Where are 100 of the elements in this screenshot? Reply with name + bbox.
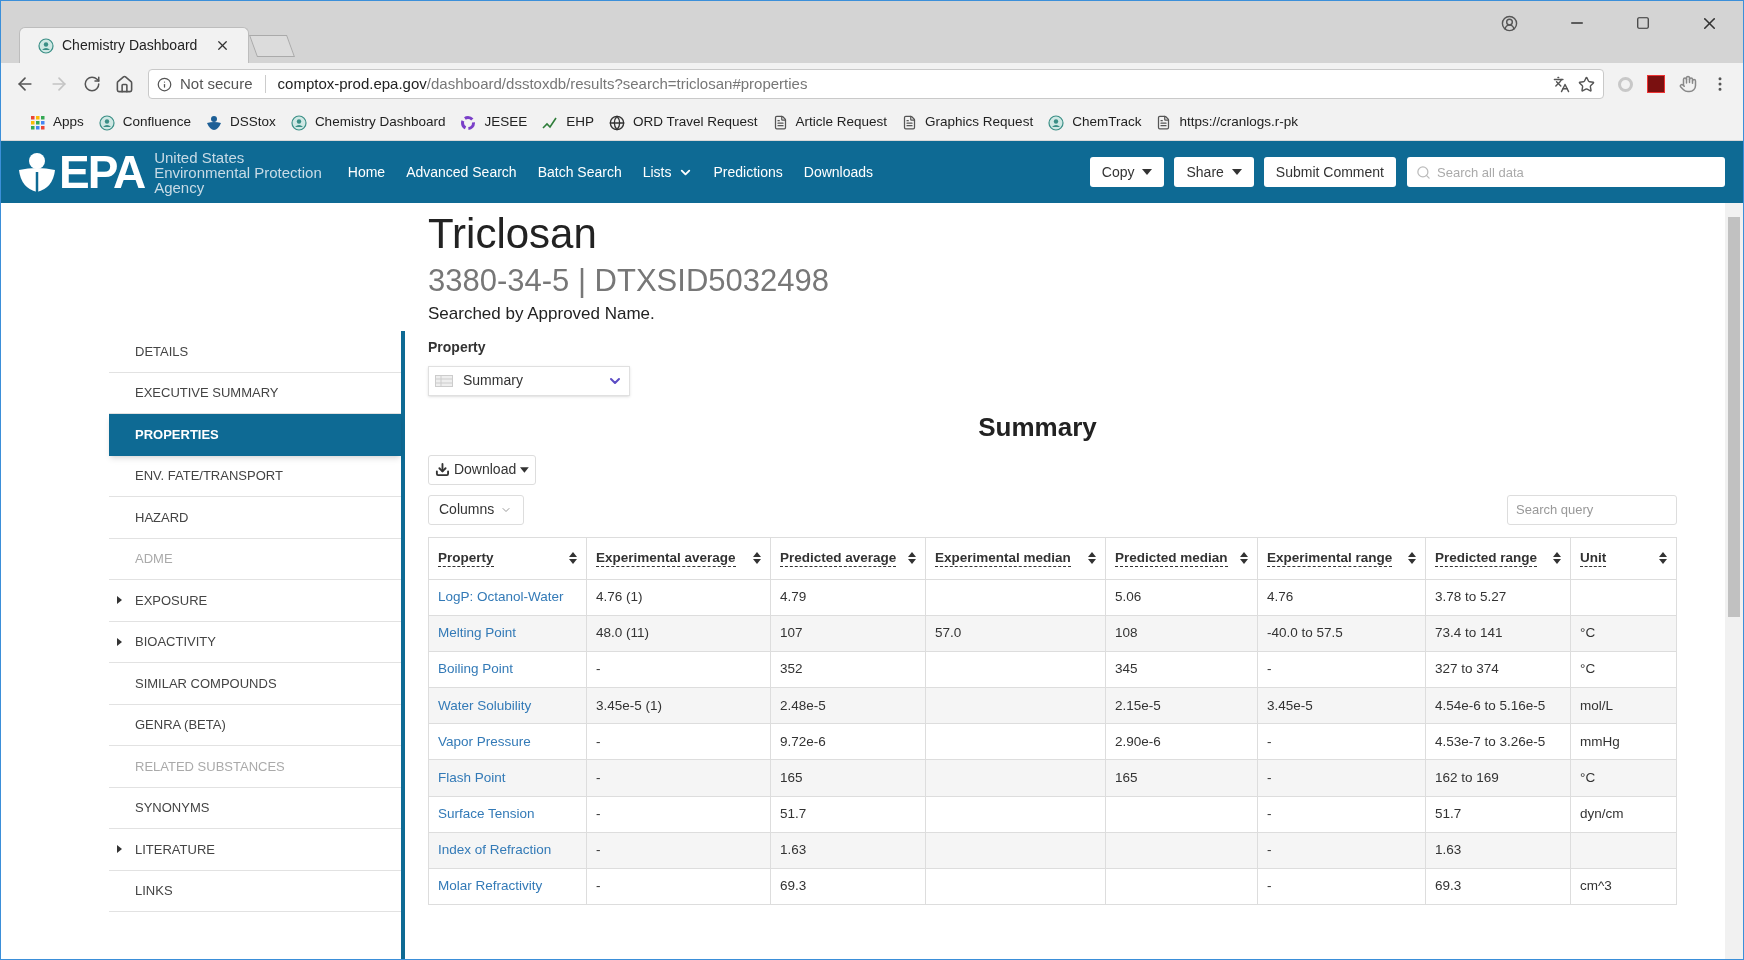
search-field[interactable]: Search all data — [1407, 157, 1725, 187]
table-cell: 4.79 — [780, 588, 807, 604]
table-cell: 69.3 — [780, 878, 807, 894]
header-button[interactable]: Share — [1174, 157, 1254, 187]
column-header[interactable]: Predicted average — [770, 537, 926, 579]
nav-link[interactable]: Downloads — [803, 161, 874, 183]
caret-icon — [1231, 169, 1242, 175]
bookmark[interactable]: https://cranlogs.r-pk — [1156, 112, 1298, 133]
header-button[interactable]: Submit Comment — [1263, 157, 1396, 187]
table-cell: 352 — [780, 661, 803, 677]
close-icon[interactable] — [215, 38, 230, 53]
browser-tab[interactable]: Chemistry Dashboard — [19, 27, 249, 63]
nav-link[interactable]: Advanced Search — [406, 161, 517, 183]
sort-icon — [1240, 552, 1248, 564]
table-cell: - — [596, 769, 601, 785]
bookmark[interactable]: Chemistry Dashboard — [290, 112, 446, 133]
table-cell: 4.54e-6 to 5.16e-5 — [1435, 697, 1546, 713]
column-header[interactable]: Predicted range — [1425, 537, 1571, 579]
tab-title: Chemistry Dashboard — [62, 36, 199, 55]
table-cell: 1.63 — [780, 842, 807, 858]
translate-icon[interactable] — [1553, 75, 1570, 93]
sidebar-item[interactable]: BIOACTIVITY — [109, 621, 401, 663]
nav-link[interactable]: Home — [347, 161, 386, 183]
star-icon[interactable] — [1578, 75, 1595, 93]
expand-arrow-icon — [117, 596, 122, 605]
column-header[interactable]: Property — [428, 537, 587, 579]
sort-icon — [908, 552, 916, 564]
hand-icon[interactable] — [1679, 75, 1697, 93]
bookmark[interactable]: JESEE — [460, 112, 528, 133]
sort-icon — [753, 552, 761, 564]
sidebar-item[interactable]: GENRA (BETA) — [109, 704, 401, 746]
info-icon — [157, 76, 172, 92]
download-button[interactable]: Download — [428, 454, 536, 485]
sidebar-item[interactable]: SYNONYMS — [109, 787, 401, 829]
bookmark[interactable]: Graphics Request — [902, 112, 1034, 133]
sidebar-item[interactable]: SIMILAR COMPOUNDS — [109, 663, 401, 705]
search-note: Searched by Approved Name. — [428, 303, 656, 325]
agency-name-line: United States — [154, 149, 246, 165]
property-select[interactable]: Summary — [428, 365, 630, 396]
sort-icon — [569, 552, 577, 564]
page-icon — [772, 115, 788, 130]
table-cell: °C — [1580, 661, 1596, 677]
sidebar-item[interactable]: LINKS — [109, 870, 401, 912]
column-header[interactable]: Experimental range — [1257, 537, 1426, 579]
table-cell: 4.53e-7 to 3.26e-5 — [1435, 733, 1546, 749]
column-header[interactable]: Unit — [1570, 537, 1677, 579]
table-cell: cm^3 — [1580, 878, 1612, 894]
globe-icon — [609, 114, 625, 131]
column-header[interactable]: Experimental average — [586, 537, 771, 579]
bookmark[interactable]: DSStox — [206, 112, 276, 133]
pdf-icon[interactable] — [1647, 75, 1665, 93]
bookmark[interactable]: Article Request — [772, 112, 888, 133]
profile-icon[interactable] — [1501, 14, 1518, 32]
table-cell: -40.0 to 57.5 — [1267, 625, 1343, 641]
columns-button[interactable]: Columns — [428, 494, 524, 525]
sidebar-item[interactable]: LITERATURE — [109, 829, 401, 871]
sort-icon — [1659, 552, 1667, 564]
table-cell: mol/L — [1580, 697, 1613, 713]
bookmark[interactable]: Confluence — [98, 112, 192, 133]
page-icon — [1156, 115, 1172, 130]
caret-icon — [520, 466, 529, 473]
table-cell: 165 — [780, 769, 803, 785]
table-cell: dyn/cm — [1580, 806, 1624, 822]
table-cell: 107 — [780, 625, 803, 641]
nav-link[interactable]: Lists — [642, 161, 693, 183]
sidebar-item[interactable]: PROPERTIES — [109, 414, 401, 456]
sort-icon — [1408, 552, 1416, 564]
maximize-icon[interactable] — [1636, 16, 1650, 30]
bookmark[interactable]: EHP — [542, 112, 594, 133]
home-icon[interactable] — [115, 74, 134, 94]
column-header[interactable]: Experimental median — [925, 537, 1106, 579]
bookmark[interactable]: ORD Travel Request — [609, 112, 758, 133]
sidebar-item[interactable]: EXPOSURE — [109, 580, 401, 622]
agency-name-line: Environmental Protection — [154, 164, 322, 180]
property-link[interactable]: Flash Point — [438, 769, 506, 785]
table-search-field[interactable]: Search query — [1507, 494, 1677, 525]
property-label: Property — [428, 337, 487, 357]
nav-link[interactable]: Predictions — [713, 161, 783, 183]
nav-link[interactable]: Batch Search — [537, 161, 622, 183]
table-cell: 2.90e-6 — [1115, 733, 1161, 749]
expand-arrow-icon — [117, 845, 122, 854]
column-header[interactable]: Predicted median — [1105, 537, 1258, 579]
table-cell: 108 — [1115, 625, 1138, 641]
security-label: Not secure — [180, 73, 253, 94]
url-text: comptox-prod.epa.gov/dashboard/dsstoxdb/results?search=triclosan#properties — [277, 73, 809, 94]
search-icon — [1416, 165, 1431, 180]
table-cell: 162 to 169 — [1435, 769, 1499, 785]
header-button[interactable]: Copy — [1089, 157, 1165, 187]
table-cell: 165 — [1115, 769, 1138, 785]
address-bar[interactable]: Not secure comptox-prod.epa.gov/dashboard/dsstoxdb/results?search=triclosan#properties — [148, 69, 1604, 99]
sidebar-item[interactable]: HAZARD — [109, 497, 401, 539]
bookmark[interactable]: Apps — [31, 112, 84, 133]
table-cell: 4.76 (1) — [596, 588, 643, 604]
sidebar-item[interactable]: ENV. FATE/TRANSPORT — [109, 455, 401, 497]
person-badge-icon — [98, 114, 115, 131]
scrollbar[interactable] — [1725, 203, 1743, 959]
table-cell: - — [1267, 769, 1272, 785]
bookmark[interactable]: ChemTrack — [1048, 112, 1142, 133]
sidebar-item[interactable]: DETAILS — [109, 331, 401, 373]
reload-icon[interactable] — [83, 75, 101, 93]
